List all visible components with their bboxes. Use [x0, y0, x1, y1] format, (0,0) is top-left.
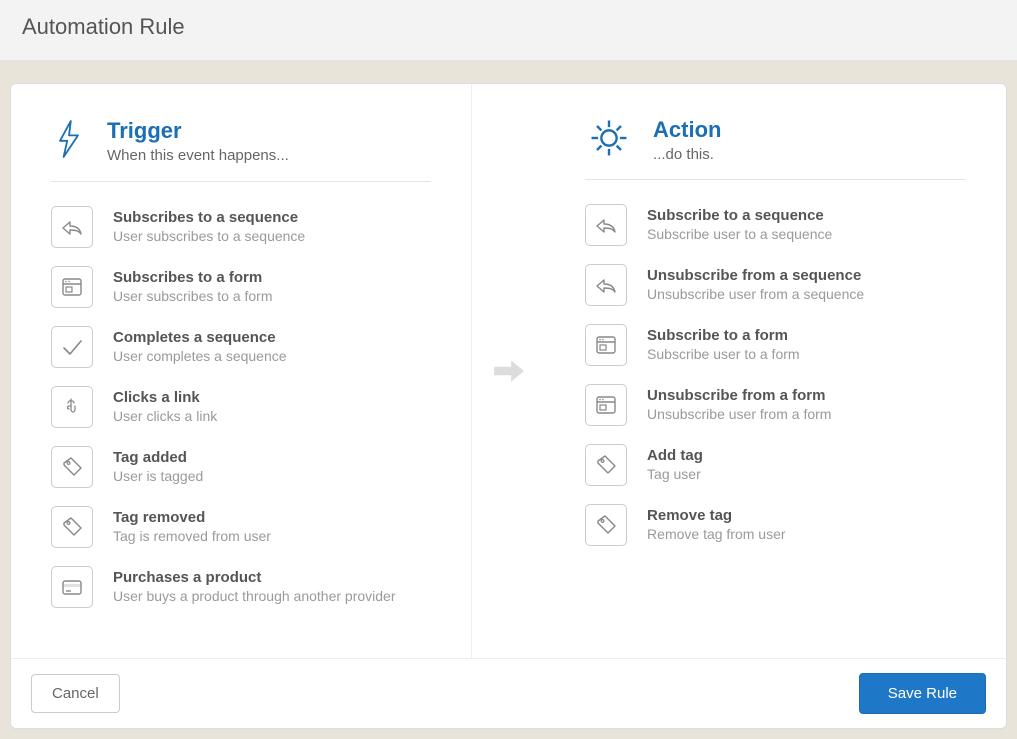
action-option-sub: Unsubscribe user from a form — [647, 406, 831, 424]
trigger-option-sub: User completes a sequence — [113, 348, 287, 366]
trigger-option[interactable]: Tag added User is tagged — [51, 438, 431, 498]
form-icon — [51, 266, 93, 308]
credit-card-icon — [51, 566, 93, 608]
form-icon — [585, 384, 627, 426]
action-option-title: Subscribe to a form — [647, 327, 800, 344]
action-option[interactable]: Add tag Tag user — [585, 436, 966, 496]
action-option-sub: Subscribe user to a sequence — [647, 226, 832, 244]
action-option-title: Unsubscribe from a form — [647, 387, 831, 404]
action-title: Action — [653, 118, 721, 142]
form-icon — [585, 324, 627, 366]
rule-card: Trigger When this event happens... Subsc… — [10, 83, 1007, 729]
trigger-option-title: Tag removed — [113, 509, 271, 526]
action-option[interactable]: Unsubscribe from a form Unsubscribe user … — [585, 376, 966, 436]
trigger-title: Trigger — [107, 119, 289, 143]
pointer-icon — [51, 386, 93, 428]
action-subtitle: ...do this. — [653, 146, 721, 163]
trigger-option-title: Tag added — [113, 449, 203, 466]
arrow-right-icon — [488, 354, 530, 388]
trigger-option-sub: User is tagged — [113, 468, 203, 486]
check-icon — [51, 326, 93, 368]
save-rule-button[interactable]: Save Rule — [859, 673, 986, 714]
tag-icon — [51, 506, 93, 548]
trigger-option[interactable]: Completes a sequence User completes a seq… — [51, 318, 431, 378]
trigger-option-sub: User subscribes to a sequence — [113, 228, 305, 246]
action-option[interactable]: Unsubscribe from a sequence Unsubscribe u… — [585, 256, 966, 316]
trigger-option-title: Subscribes to a form — [113, 269, 273, 286]
action-option[interactable]: Subscribe to a form Subscribe user to a f… — [585, 316, 966, 376]
cancel-button[interactable]: Cancel — [31, 674, 120, 713]
action-option[interactable]: Remove tag Remove tag from user — [585, 496, 966, 556]
trigger-option-title: Completes a sequence — [113, 329, 287, 346]
trigger-option[interactable]: Subscribes to a sequence User subscribes … — [51, 198, 431, 258]
page-header: Automation Rule — [0, 0, 1017, 61]
reply-arrow-icon — [585, 204, 627, 246]
page-title: Automation Rule — [22, 14, 995, 40]
trigger-option-title: Purchases a product — [113, 569, 396, 586]
trigger-option-sub: User buys a product through another prov… — [113, 588, 396, 606]
action-option[interactable]: Subscribe to a sequence Subscribe user to… — [585, 196, 966, 256]
footer: Cancel Save Rule — [11, 658, 1006, 728]
action-column: Action ...do this. Subscribe to a sequen… — [545, 84, 1006, 658]
tag-icon — [585, 444, 627, 486]
action-option-title: Remove tag — [647, 507, 786, 524]
action-option-title: Add tag — [647, 447, 703, 464]
action-option-sub: Subscribe user to a form — [647, 346, 800, 364]
trigger-option-title: Clicks a link — [113, 389, 217, 406]
action-option-sub: Unsubscribe user from a sequence — [647, 286, 864, 304]
action-option-sub: Remove tag from user — [647, 526, 786, 544]
trigger-option-sub: Tag is removed from user — [113, 528, 271, 546]
action-options: Subscribe to a sequence Subscribe user to… — [585, 196, 966, 556]
action-option-title: Unsubscribe from a sequence — [647, 267, 864, 284]
trigger-option[interactable]: Subscribes to a form User subscribes to a… — [51, 258, 431, 318]
bolt-icon — [51, 114, 87, 169]
tag-icon — [51, 446, 93, 488]
trigger-option[interactable]: Tag removed Tag is removed from user — [51, 498, 431, 558]
trigger-header: Trigger When this event happens... — [51, 114, 431, 182]
reply-arrow-icon — [585, 264, 627, 306]
canvas: Trigger When this event happens... Subsc… — [0, 61, 1017, 739]
trigger-option-sub: User subscribes to a form — [113, 288, 273, 306]
trigger-option-title: Subscribes to a sequence — [113, 209, 305, 226]
trigger-option[interactable]: Clicks a link User clicks a link — [51, 378, 431, 438]
trigger-subtitle: When this event happens... — [107, 147, 289, 164]
tag-icon — [585, 504, 627, 546]
action-header: Action ...do this. — [585, 114, 966, 180]
trigger-options: Subscribes to a sequence User subscribes … — [51, 198, 431, 618]
trigger-column: Trigger When this event happens... Subsc… — [11, 84, 472, 658]
trigger-option[interactable]: Purchases a product User buys a product t… — [51, 558, 431, 618]
reply-arrow-icon — [51, 206, 93, 248]
gear-icon — [585, 114, 633, 167]
action-option-sub: Tag user — [647, 466, 703, 484]
trigger-option-sub: User clicks a link — [113, 408, 217, 426]
action-option-title: Subscribe to a sequence — [647, 207, 832, 224]
flow-arrow-gap — [472, 84, 545, 658]
